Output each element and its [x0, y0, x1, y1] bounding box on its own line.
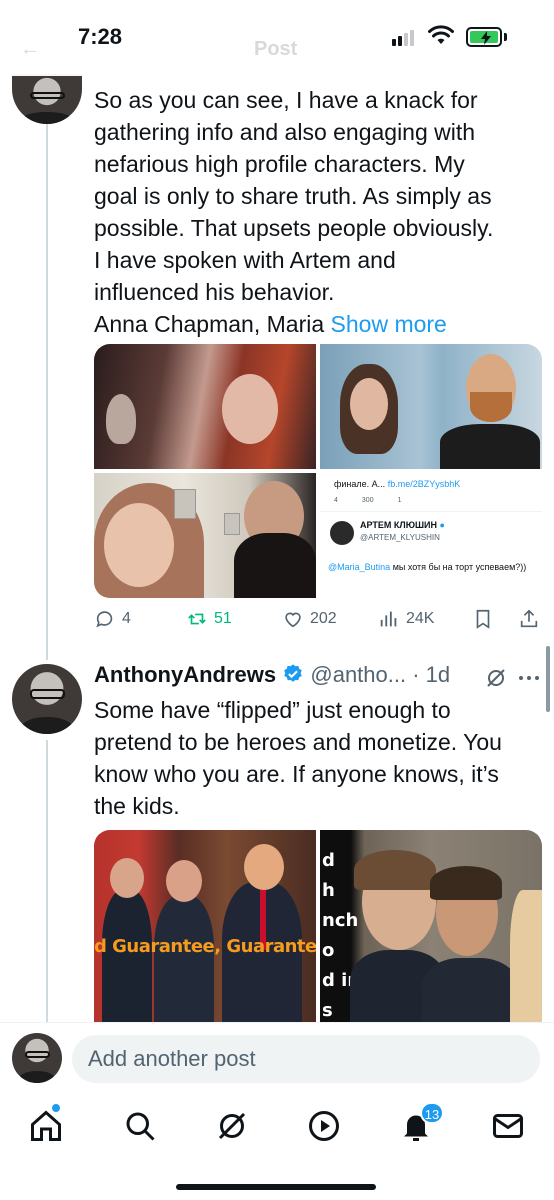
post-time: · 1d	[412, 662, 451, 687]
media-grid[interactable]: финале. А... fb.me/2BZYysbhK 4 300 1 АРТ…	[94, 344, 542, 598]
views-button[interactable]: 24K	[378, 608, 434, 630]
share-button[interactable]	[518, 608, 540, 630]
repost-count: 51	[214, 610, 232, 627]
media-photo-brothers[interactable]: d h nch o d in s	[320, 830, 542, 1026]
post-body: Some have “flipped” just enough to prete…	[94, 697, 502, 819]
media-photo-group[interactable]: d Guarantee, Guaranteed Fr	[94, 830, 316, 1026]
wifi-icon	[428, 25, 454, 44]
bookmark-icon	[476, 609, 490, 629]
embedded-top-text: финале. А...	[334, 479, 386, 489]
home-unread-dot	[52, 1104, 60, 1112]
notifications-badge: 13	[420, 1102, 444, 1124]
media-grid[interactable]: d Guarantee, Guaranteed Fr d h nch o d i…	[94, 830, 542, 1026]
view-count: 24K	[406, 610, 435, 627]
battery-icon	[466, 27, 502, 47]
video-play-icon[interactable]	[306, 1108, 342, 1144]
views-icon	[380, 611, 397, 627]
header-title: Post	[254, 38, 298, 60]
post-text-last-line: Anna Chapman, Maria	[94, 311, 325, 337]
embedded-reply: @Maria_Butina мы хотя бы на торт успевае…	[328, 562, 527, 572]
reply-count: 4	[122, 610, 131, 627]
scrollbar[interactable]	[546, 646, 550, 712]
signal-icon	[392, 30, 414, 46]
reply-icon	[96, 611, 113, 628]
embedded-author-name: АРТЕМ КЛЮШИН	[360, 520, 437, 530]
thread-connector	[46, 740, 48, 1030]
post-actions: 4 51 202 24K	[94, 608, 544, 636]
embedded-author-handle: @ARTEM_KLYUSHIN	[360, 533, 440, 542]
bookmark-button[interactable]	[472, 608, 494, 630]
repost-button[interactable]: 51	[186, 608, 232, 630]
reply-button[interactable]: 4	[94, 608, 131, 630]
author-name[interactable]: AnthonyAndrews	[94, 662, 276, 687]
heart-icon	[285, 612, 301, 628]
media-photo-selfie-redhead[interactable]	[94, 344, 316, 469]
my-avatar[interactable]	[12, 1033, 62, 1083]
media-overlay-text: d Guarantee, Guaranteed Fr	[94, 936, 316, 957]
reply-input[interactable]: Add another post	[72, 1035, 540, 1083]
media-photo-tv-studio[interactable]	[320, 344, 542, 469]
repost-icon	[188, 613, 206, 625]
more-options-icon[interactable]	[518, 674, 540, 682]
home-icon[interactable]	[28, 1108, 64, 1144]
grok-icon[interactable]	[214, 1108, 250, 1144]
author-avatar[interactable]	[12, 664, 82, 734]
like-button[interactable]: 202	[282, 608, 337, 630]
embedded-mini-actions: 4 300 1	[334, 497, 402, 504]
show-more-link[interactable]: Show more	[331, 311, 447, 337]
media-photo-selfie-couple[interactable]	[94, 473, 316, 598]
status-bar: ← Post 7:28	[0, 0, 554, 76]
thread-connector	[46, 124, 48, 660]
messages-mail-icon[interactable]	[490, 1108, 526, 1144]
grok-icon[interactable]	[484, 666, 508, 690]
embedded-top-link: fb.me/2BZYysbhK	[387, 479, 461, 489]
home-indicator[interactable]	[176, 1184, 376, 1190]
search-icon[interactable]	[122, 1108, 158, 1144]
status-time: 7:28	[78, 24, 123, 49]
embedded-tweet-screenshot[interactable]: финале. А... fb.me/2BZYysbhK 4 300 1 АРТ…	[320, 473, 542, 598]
battery-cap	[504, 33, 507, 41]
back-button[interactable]: ←	[20, 38, 40, 61]
author-avatar[interactable]	[12, 74, 82, 124]
share-icon	[520, 609, 538, 628]
author-handle[interactable]: @antho...	[310, 662, 406, 687]
verified-badge-icon	[284, 664, 302, 682]
compose-bar: Add another post	[0, 1022, 554, 1100]
post-body: So as you can see, I have a knack for ga…	[94, 87, 494, 337]
embedded-author-avatar	[330, 521, 354, 545]
like-count: 202	[310, 610, 337, 627]
post-header: AnthonyAndrews @antho... · 1d	[94, 662, 544, 692]
